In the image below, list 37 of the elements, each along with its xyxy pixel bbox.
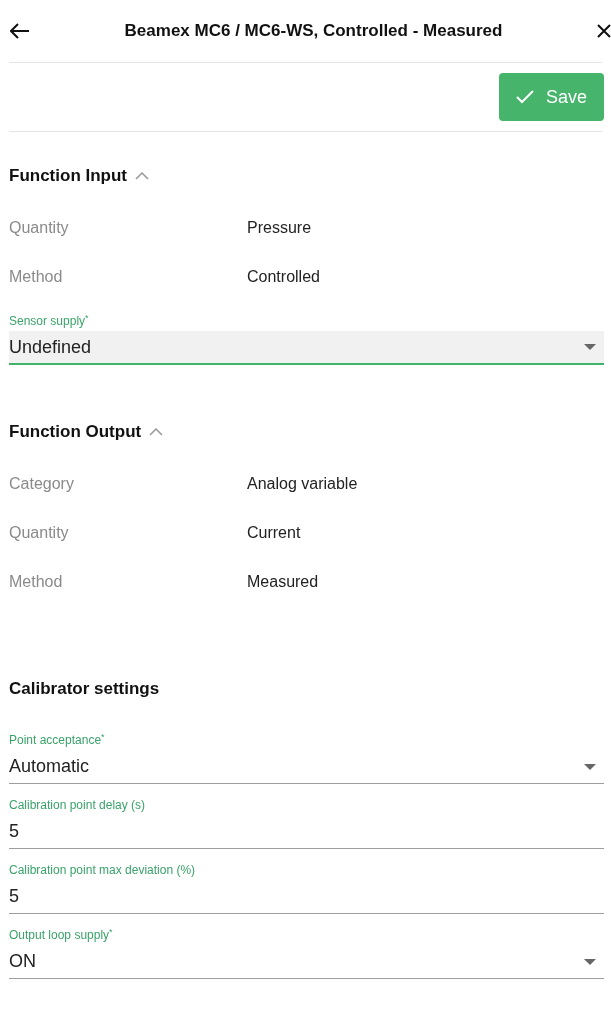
back-arrow-icon[interactable] [10, 23, 30, 39]
field-value: 5 [9, 820, 19, 843]
row-value: Measured [247, 571, 319, 592]
field-label: Sensor supply$^{*}$ [9, 313, 90, 329]
row-label: Method [9, 571, 64, 592]
section-title: Function Input [9, 165, 128, 188]
field-value: Automatic [9, 755, 90, 778]
field-value: ON [9, 950, 36, 973]
row-value: Controlled [247, 266, 320, 287]
row-label: Method [9, 266, 64, 287]
row-value: Current [247, 522, 301, 543]
field-value: 5 [9, 885, 19, 908]
close-icon[interactable] [597, 24, 611, 38]
field-label: Point acceptance$^{*}$ [9, 732, 106, 748]
row-value: Analog variable [247, 473, 358, 494]
dropdown-caret-icon [584, 344, 596, 350]
field-value: Undefined [9, 335, 92, 359]
chevron-icon[interactable] [135, 172, 150, 180]
section-title: Calibrator settings [9, 678, 160, 701]
window-title: Beamex MC6 / MC6-WS, Controlled - Measured [124, 20, 503, 43]
row-label: Quantity [9, 217, 70, 238]
field-label: Calibration point max deviation (%) [9, 862, 197, 878]
field-label: Calibration point delay (s) [9, 797, 147, 813]
check-icon [515, 90, 534, 104]
row-value: Pressure [247, 217, 312, 238]
input-field[interactable]: 5 [9, 815, 604, 849]
row-label: Quantity [9, 522, 70, 543]
field-label: Output loop supply$^{*}$ [9, 927, 114, 943]
dropdown-field[interactable]: ON [9, 945, 604, 979]
dropdown-field[interactable]: Automatic [9, 750, 604, 784]
chevron-icon[interactable] [149, 428, 164, 436]
dropdown-caret-icon [584, 763, 596, 770]
dropdown-caret-icon [584, 958, 596, 965]
row-label: Category [9, 473, 75, 494]
input-field[interactable]: 5 [9, 880, 604, 914]
dropdown-field[interactable]: Undefined [9, 331, 604, 365]
section-title: Function Output [9, 421, 142, 444]
